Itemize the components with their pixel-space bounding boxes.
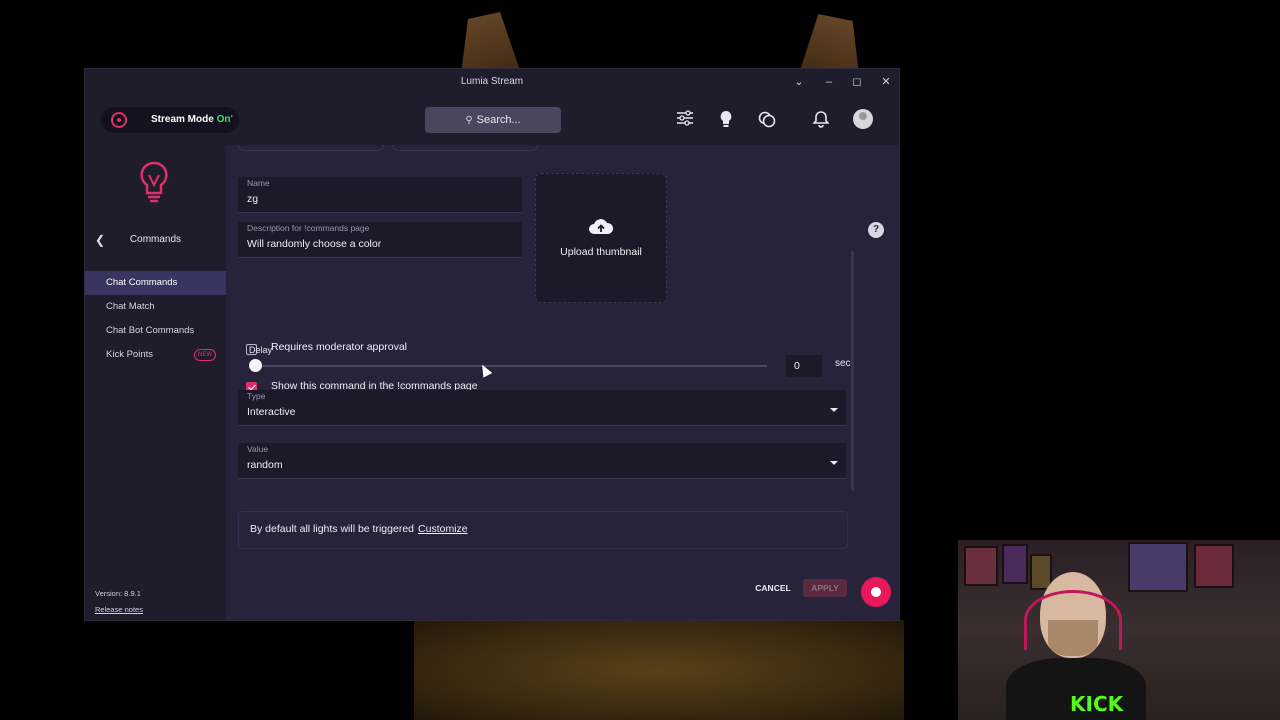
chevron-down-icon[interactable]: ⌄ <box>791 74 807 90</box>
sidebar-item-chat-commands[interactable]: Chat Commands <box>85 271 226 295</box>
name-label: Name <box>247 178 270 188</box>
sidebar-item-label: Chat Commands <box>106 277 178 288</box>
tab-stub <box>392 145 538 151</box>
close-button[interactable]: ✕ <box>878 74 894 90</box>
new-badge: NEW <box>194 349 216 361</box>
stream-mode-icon <box>111 112 127 128</box>
background-art <box>414 620 904 720</box>
stream-mode-toggle[interactable]: Stream Mode On' <box>101 107 239 133</box>
description-field[interactable]: Description for !commands page Will rand… <box>238 222 522 258</box>
caret-down-icon <box>830 408 838 412</box>
window-title: Lumia Stream <box>460 76 524 87</box>
help-icon[interactable]: ? <box>868 222 884 238</box>
stream-mode-state: On <box>216 114 231 125</box>
sidebar-item-label: Chat Match <box>106 301 155 312</box>
search-input[interactable]: ⚲ Search... <box>425 107 561 133</box>
release-notes-link[interactable]: Release notes <box>95 605 143 614</box>
caret-down-icon <box>830 461 838 465</box>
app-window: Lumia Stream ⌄ – ◻ ✕ Stream Mode On' ⚲ Se… <box>84 68 900 621</box>
search-placeholder: Search... <box>476 114 521 126</box>
scrollbar[interactable] <box>851 251 854 491</box>
value-select[interactable]: Value random <box>238 443 846 479</box>
lightbulb-icon[interactable] <box>716 110 736 130</box>
top-toolbar: Stream Mode On' ⚲ Search... <box>85 95 899 145</box>
stream-mode-label: Stream Mode On' <box>151 114 233 125</box>
delay-control: Delay 0 sec <box>238 343 851 383</box>
webcam-overlay: KICK <box>958 540 1280 720</box>
back-navigation: ❮ Commands <box>85 231 226 251</box>
screen: KICK Lumia Stream ⌄ – ◻ ✕ Stream Mode On… <box>0 0 1280 720</box>
lights-info-box: By default all lights will be triggered C… <box>238 511 848 549</box>
webcam-poster <box>1194 544 1234 588</box>
webcam-poster <box>1128 542 1188 592</box>
value-value: random <box>247 459 283 471</box>
delay-input[interactable]: 0 <box>786 355 822 377</box>
sidebar-item-chat-bot-commands[interactable]: Chat Bot Commands <box>85 319 226 343</box>
cancel-button[interactable]: CANCEL <box>749 579 797 597</box>
delay-slider-track[interactable] <box>255 365 767 367</box>
sliders-icon[interactable] <box>675 110 695 130</box>
title-bar: Lumia Stream ⌄ – ◻ ✕ <box>85 69 899 95</box>
description-value: Will randomly choose a color <box>247 238 382 250</box>
coins-icon[interactable] <box>757 110 777 130</box>
sidebar-item-chat-match[interactable]: Chat Match <box>85 295 226 319</box>
apply-button[interactable]: APPLY <box>803 579 847 597</box>
tab-stub <box>238 145 384 151</box>
delay-unit: sec <box>835 358 851 369</box>
description-label: Description for !commands page <box>247 223 370 233</box>
upload-label: Upload thumbnail <box>560 246 642 258</box>
webcam-poster <box>964 546 998 586</box>
section-title: Commands <box>129 234 182 245</box>
type-label: Type <box>247 391 266 401</box>
chat-fab-button[interactable] <box>861 577 891 607</box>
type-value: Interactive <box>247 406 296 418</box>
lights-info-text: By default all lights will be triggered C… <box>250 523 468 535</box>
cloud-upload-icon <box>589 219 614 234</box>
bell-icon[interactable] <box>811 110 831 130</box>
sidebar-item-kick-points[interactable]: Kick Points NEW <box>85 343 226 367</box>
minimize-button[interactable]: – <box>821 74 837 90</box>
search-icon: ⚲ <box>465 115 473 126</box>
sidebar-item-label: Chat Bot Commands <box>106 325 195 336</box>
name-field[interactable]: Name zg <box>238 177 522 213</box>
lumia-logo <box>140 161 168 203</box>
sidebar-item-label: Kick Points <box>106 349 153 360</box>
sidebar: ❮ Commands Chat Commands Chat Match Chat… <box>85 145 226 620</box>
customize-link[interactable]: Customize <box>418 523 468 535</box>
type-select[interactable]: Type Interactive <box>238 390 846 426</box>
kick-logo: KICK <box>1070 692 1124 716</box>
delay-slider-thumb[interactable] <box>249 359 262 372</box>
user-avatar[interactable] <box>853 109 873 129</box>
maximize-button[interactable]: ◻ <box>849 74 865 90</box>
value-label: Value <box>247 444 269 454</box>
webcam-poster <box>1002 544 1028 584</box>
delay-label: Delay <box>249 345 273 355</box>
name-value: zg <box>247 193 259 205</box>
upload-thumbnail-button[interactable]: Upload thumbnail <box>535 173 667 303</box>
command-form: Name zg Description for !commands page W… <box>226 145 899 620</box>
headset <box>1024 590 1122 650</box>
version-label: Version: 8.9.1 <box>95 589 141 598</box>
